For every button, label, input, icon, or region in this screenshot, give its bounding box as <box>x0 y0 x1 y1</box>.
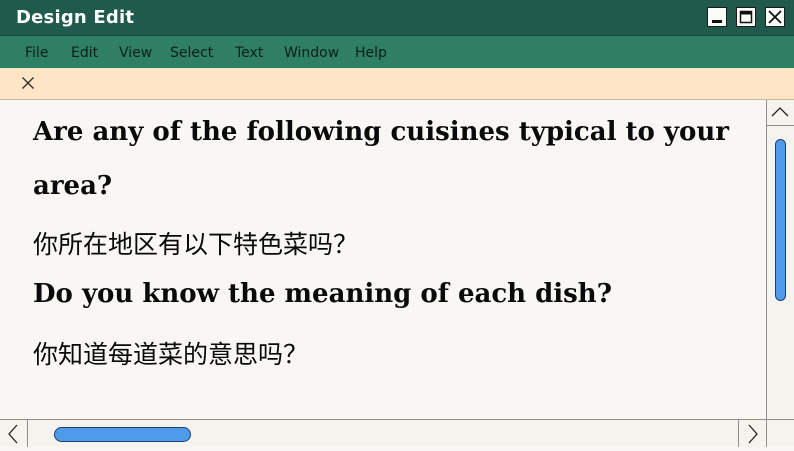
maximize-icon <box>739 10 753 24</box>
minimize-button[interactable] <box>707 7 727 27</box>
maximize-button[interactable] <box>736 7 756 27</box>
close-button[interactable] <box>765 7 785 27</box>
tab-strip <box>0 68 794 100</box>
menu-file[interactable]: File <box>25 45 48 61</box>
scroll-right-button[interactable] <box>738 420 766 447</box>
scroll-left-button[interactable] <box>0 420 28 447</box>
scroll-corner <box>766 420 794 447</box>
vertical-scrollbar[interactable] <box>766 100 794 419</box>
question-line-english: Are any of the following cuisines typica… <box>33 117 729 147</box>
title-bar[interactable]: Design Edit <box>0 0 794 35</box>
horizontal-scroll-thumb[interactable] <box>54 427 191 442</box>
second-question-english: Do you know the meaning of each dish? <box>33 279 612 309</box>
menu-edit[interactable]: Edit <box>71 45 98 61</box>
menu-select[interactable]: Select <box>170 45 213 61</box>
question-line-english-continued: area? <box>33 171 113 201</box>
question-line-chinese: 你所在地区有以下特色菜吗？ <box>33 230 359 259</box>
horizontal-scrollbar[interactable] <box>0 419 794 447</box>
document-area[interactable]: Are any of the following cuisines typica… <box>0 100 766 419</box>
second-question-chinese: 你知道每道菜的意思吗？ <box>33 340 309 369</box>
menu-help[interactable]: Help <box>355 45 387 61</box>
chevron-left-icon <box>8 424 18 444</box>
menu-view[interactable]: View <box>119 45 152 61</box>
minimize-icon <box>712 20 722 23</box>
menu-bar: File Edit View Select Text Window Help <box>0 35 794 68</box>
app-window: Design Edit File Edit View Select Text W… <box>0 0 794 447</box>
chevron-right-icon <box>748 424 758 444</box>
vertical-scroll-thumb[interactable] <box>775 139 786 301</box>
menu-window[interactable]: Window <box>284 45 339 61</box>
close-icon[interactable] <box>21 76 35 90</box>
close-icon <box>768 10 782 24</box>
scroll-up-button[interactable] <box>767 100 794 126</box>
window-title: Design Edit <box>16 7 135 28</box>
chevron-up-icon <box>771 107 789 117</box>
menu-text[interactable]: Text <box>235 45 263 61</box>
